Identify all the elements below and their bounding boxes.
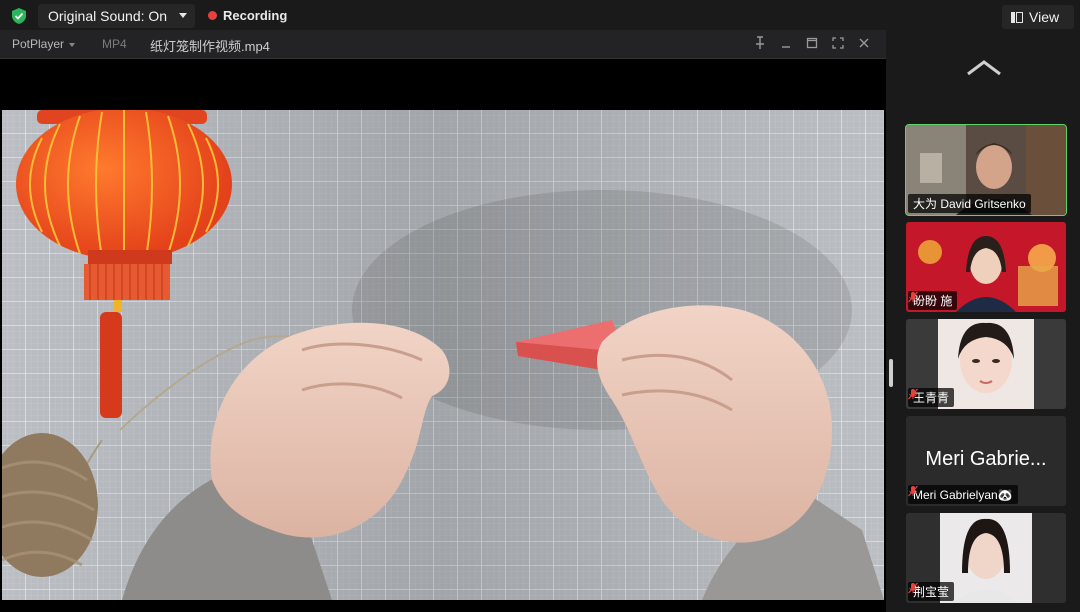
participant-display-name: Meri Gabrie... (925, 448, 1047, 470)
security-shield-icon[interactable] (10, 7, 28, 25)
participant-name-tag: 盼盼 施 (908, 291, 958, 310)
video-frame[interactable] (2, 110, 884, 600)
close-icon[interactable] (856, 34, 872, 52)
original-sound-label: Original Sound: On (48, 8, 168, 24)
participant-name-tag: Meri Gabrielyan🐼 (908, 485, 1018, 504)
chevron-down-icon (179, 13, 187, 18)
participant-tile[interactable]: 盼盼 施 (906, 222, 1066, 312)
participant-name: 大为 David Gritsenko (913, 197, 1026, 211)
recording-indicator[interactable]: Recording (208, 8, 287, 23)
participant-name: Meri Gabrielyan🐼 (913, 487, 1013, 502)
participant-tile[interactable]: 大为 David Gritsenko (905, 124, 1067, 216)
media-format: MP4 (102, 37, 127, 51)
participant-tile[interactable]: Meri Gabrie... Meri Gabrielyan🐼 (906, 416, 1066, 506)
player-title-bar: PotPlayer MP4 纸灯笼制作视频.mp4 (0, 30, 886, 59)
view-button[interactable]: View (1002, 5, 1074, 29)
participant-name: 盼盼 施 (913, 294, 953, 308)
pin-icon[interactable] (752, 34, 768, 52)
shared-screen: PotPlayer MP4 纸灯笼制作视频.mp4 (0, 30, 886, 612)
mic-muted-icon (908, 388, 918, 400)
player-app-name: PotPlayer (12, 37, 65, 51)
chevron-up-icon[interactable] (966, 58, 1002, 78)
fullscreen-icon[interactable] (830, 34, 846, 52)
participant-name: 荆宝莹 (913, 585, 950, 599)
layout-view-icon (1011, 11, 1023, 23)
original-sound-toggle[interactable]: Original Sound: On (38, 4, 195, 28)
player-menu[interactable]: PotPlayer (12, 37, 76, 51)
mic-muted-icon (908, 582, 918, 594)
participants-panel: 大为 David Gritsenko 盼盼 施 王青青 Meri Gabrie.… (886, 32, 1080, 612)
participant-tile[interactable]: 荆宝莹 (906, 513, 1066, 603)
mic-muted-icon (908, 485, 918, 497)
minimize-icon[interactable] (778, 34, 794, 52)
participant-tile[interactable]: 王青青 (906, 319, 1066, 409)
participant-name-tag: 王青青 (908, 388, 955, 407)
view-label: View (1029, 9, 1060, 25)
participant-name-tag: 荆宝莹 (908, 582, 955, 601)
recording-label: Recording (223, 8, 288, 23)
recording-dot-icon (208, 11, 217, 20)
participant-name: 王青青 (913, 391, 950, 405)
panel-scrollbar[interactable] (889, 359, 893, 387)
meeting-top-bar: Original Sound: On Recording View (0, 0, 1080, 32)
media-filename: 纸灯笼制作视频.mp4 (150, 39, 270, 54)
maximize-icon[interactable] (804, 34, 820, 52)
participant-name-tag: 大为 David Gritsenko (908, 194, 1031, 213)
chevron-down-icon (69, 42, 76, 47)
window-controls (752, 34, 872, 52)
mic-muted-icon (908, 291, 918, 303)
